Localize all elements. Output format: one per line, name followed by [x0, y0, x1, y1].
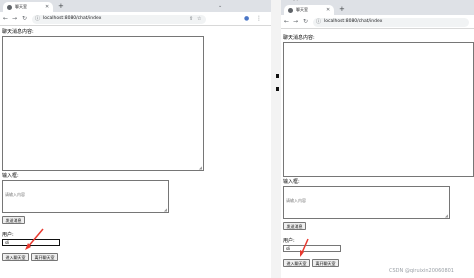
reload-icon[interactable]: ↻: [303, 18, 308, 26]
messages-textarea[interactable]: ◢: [2, 36, 204, 171]
tab-title: 聊天室: [15, 4, 27, 9]
watermark: CSDN @qiruixin20060801: [389, 268, 454, 274]
left-address-bar[interactable]: ⓘ localhost:8080/chat/index ⇪ ☆: [32, 15, 206, 24]
forward-icon[interactable]: →: [293, 18, 298, 26]
top-text: fertrugsjava: [283, 0, 304, 1]
right-browser-window: fertrugsjava 聊天室 ✕ + ← → ↻ ⓘ localhost:8…: [281, 0, 474, 278]
window-gap: [271, 0, 281, 278]
edge-marker: [276, 74, 279, 78]
resize-handle[interactable]: ◢: [199, 166, 202, 170]
messages-textarea[interactable]: [283, 42, 474, 177]
right-tab[interactable]: 聊天室 ✕: [284, 5, 334, 15]
plus-icon[interactable]: +: [58, 2, 64, 10]
favicon-icon: [7, 5, 12, 10]
input-placeholder: 请输入内容: [5, 192, 25, 197]
back-icon[interactable]: ←: [284, 18, 289, 26]
left-toolbar: ← → ↻ ⓘ localhost:8080/chat/index ⇪ ☆ ● …: [0, 12, 271, 26]
send-message-button[interactable]: 发送消息: [283, 222, 306, 230]
tab-title: 聊天室: [296, 7, 308, 12]
user-label: 用户:: [283, 238, 295, 244]
join-chat-button[interactable]: 进入聊天室: [283, 259, 310, 267]
input-textarea[interactable]: 请输入内容 ◢: [2, 180, 169, 213]
info-icon[interactable]: ⓘ: [35, 15, 40, 23]
info-icon[interactable]: ⓘ: [316, 18, 321, 26]
menu-icon[interactable]: ⋮: [256, 15, 262, 23]
join-chat-button[interactable]: 进入聊天室: [2, 253, 29, 261]
input-textarea[interactable]: 请输入内容 ◢: [283, 186, 450, 219]
back-icon[interactable]: ←: [3, 15, 8, 23]
plus-icon[interactable]: +: [339, 5, 345, 13]
forward-icon[interactable]: →: [12, 15, 17, 23]
close-icon[interactable]: ✕: [326, 7, 330, 13]
messages-label: 聊天消息内容:: [283, 35, 315, 41]
url-text: localhost:8080/chat/index: [43, 16, 102, 21]
messages-label: 聊天消息内容:: [2, 29, 34, 35]
user-input[interactable]: sli: [2, 239, 60, 246]
close-icon[interactable]: ✕: [45, 4, 49, 10]
input-label: 输入框:: [2, 173, 19, 179]
resize-handle[interactable]: ◢: [164, 208, 167, 212]
left-tab[interactable]: 聊天室 ✕: [3, 2, 53, 12]
edge-marker: [276, 87, 279, 91]
reload-icon[interactable]: ↻: [22, 15, 27, 23]
send-message-button[interactable]: 发送消息: [2, 216, 25, 224]
input-placeholder: 请输入内容: [286, 198, 306, 203]
user-input[interactable]: sli: [283, 245, 341, 252]
right-address-bar[interactable]: ⓘ localhost:8080/chat/index: [313, 18, 469, 27]
favicon-icon: [288, 8, 293, 13]
right-toolbar: ← → ↻ ⓘ localhost:8080/chat/index: [281, 15, 474, 29]
user-label: 用户:: [2, 232, 14, 238]
resize-handle[interactable]: ◢: [445, 214, 448, 218]
input-label: 输入框:: [283, 179, 300, 185]
right-tab-strip: 聊天室 ✕ +: [281, 3, 474, 15]
star-icon[interactable]: ☆: [197, 15, 201, 23]
profile-icon[interactable]: ●: [244, 15, 249, 23]
left-tab-strip: 聊天室 ✕ + ⌄: [0, 0, 271, 12]
chevron-down-icon[interactable]: ⌄: [218, 3, 222, 9]
url-text: localhost:8080/chat/index: [324, 19, 383, 24]
leave-chat-button[interactable]: 离开聊天室: [31, 253, 58, 261]
left-browser-window: 聊天室 ✕ + ⌄ ← → ↻ ⓘ localhost:8080/chat/in…: [0, 0, 271, 278]
share-icon[interactable]: ⇪: [189, 15, 193, 23]
leave-chat-button[interactable]: 离开聊天室: [312, 259, 339, 267]
